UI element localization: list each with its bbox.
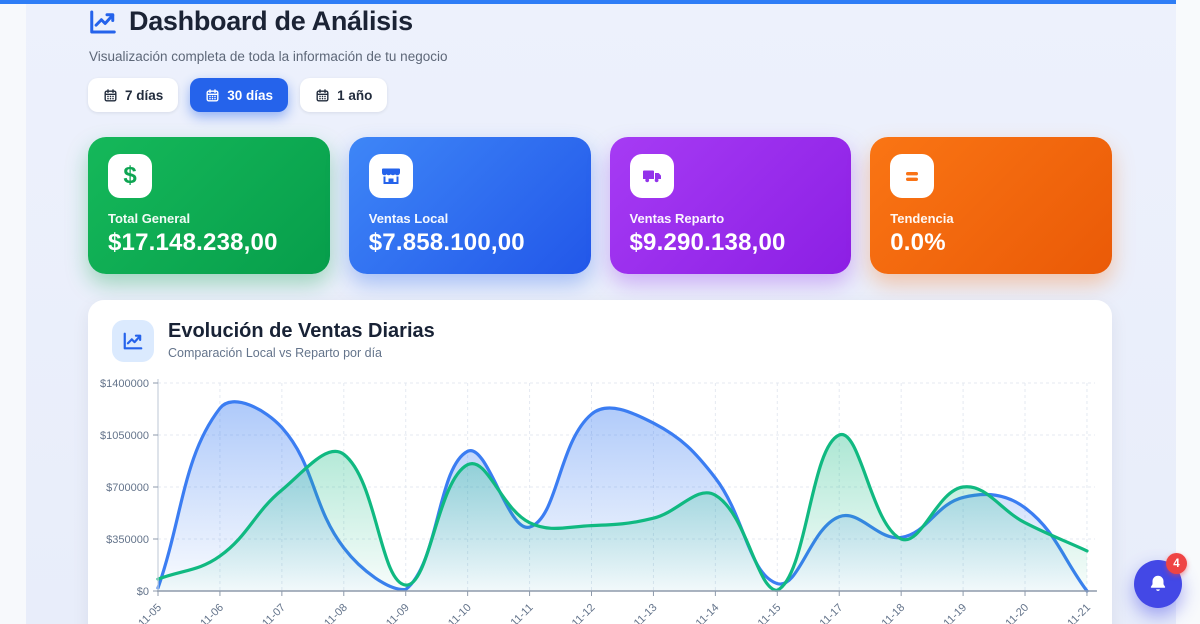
stat-card-total-general: $ Total General $17.148.238,00 (88, 137, 330, 274)
chart-line-icon (112, 320, 154, 362)
page-title: Dashboard de Análisis (129, 6, 413, 37)
x-tick-label: 2025-11-12 (550, 602, 598, 624)
stat-card-tendencia: Tendencia 0.0% (870, 137, 1112, 274)
calendar-icon (205, 88, 220, 103)
x-tick-label: 2025-11-13 (612, 602, 660, 624)
stats-card-row: $ Total General $17.148.238,00 Ventas Lo… (88, 137, 1112, 274)
period-button-label: 30 días (227, 88, 273, 103)
notification-badge: 4 (1166, 553, 1187, 574)
top-accent-bar (0, 0, 1176, 4)
x-tick-label: 2025-11-21 (1045, 602, 1093, 624)
period-button-7d[interactable]: 7 días (88, 78, 178, 112)
x-tick-label: 2025-11-10 (426, 602, 474, 624)
sales-evolution-card: Evolución de Ventas Diarias Comparación … (88, 300, 1112, 624)
chart-line-icon (88, 7, 118, 37)
period-button-1y[interactable]: 1 año (300, 78, 387, 112)
y-tick-label: $0 (137, 586, 149, 598)
stat-card-ventas-reparto: Ventas Reparto $9.290.138,00 (610, 137, 852, 274)
chart-subtitle: Comparación Local vs Reparto por día (168, 346, 435, 360)
x-tick-label: 2025-11-05 (116, 602, 164, 624)
truck-icon (630, 154, 674, 198)
x-tick-label: 2025-11-07 (240, 602, 288, 624)
x-tick-label: 2025-11-11 (489, 602, 536, 624)
stat-card-ventas-local: Ventas Local $7.858.100,00 (349, 137, 591, 274)
x-tick-label: 2025-11-17 (798, 602, 846, 624)
chart-title: Evolución de Ventas Diarias (168, 320, 435, 343)
calendar-icon (103, 88, 118, 103)
page-subtitle: Visualización completa de toda la inform… (89, 49, 447, 64)
period-button-label: 1 año (337, 88, 372, 103)
x-tick-label: 2025-11-19 (922, 602, 970, 624)
y-tick-label: $350000 (106, 534, 149, 546)
page-header: Dashboard de Análisis (88, 6, 413, 37)
right-gutter (1176, 0, 1200, 624)
chart-header: Evolución de Ventas Diarias Comparación … (112, 320, 435, 362)
stat-label: Ventas Reparto (630, 211, 832, 226)
stat-value: $17.148.238,00 (108, 229, 310, 257)
y-tick-label: $1400000 (100, 378, 149, 390)
x-tick-label: 2025-11-08 (302, 602, 350, 624)
calendar-icon (315, 88, 330, 103)
store-icon (369, 154, 413, 198)
left-gutter (0, 0, 26, 624)
stat-value: $7.858.100,00 (369, 229, 571, 257)
bell-icon (1147, 573, 1169, 595)
period-button-label: 7 días (125, 88, 163, 103)
x-tick-label: 2025-11-06 (178, 602, 226, 624)
x-tick-label: 2025-11-15 (736, 602, 784, 624)
stat-value: $9.290.138,00 (630, 229, 832, 257)
period-button-30d[interactable]: 30 días (190, 78, 288, 112)
x-tick-label: 2025-11-18 (860, 602, 908, 624)
stat-label: Tendencia (890, 211, 1092, 226)
sales-chart-svg: $1400000 $1050000 $700000 $350000 $0 2025-11-… (88, 374, 1112, 624)
x-tick-label: 2025-11-09 (364, 602, 412, 624)
x-tick-label: 2025-11-20 (983, 602, 1031, 624)
dollar-icon: $ (108, 154, 152, 198)
equals-icon (890, 154, 934, 198)
period-filter-group: 7 días 30 días 1 año (88, 78, 387, 112)
stat-value: 0.0% (890, 229, 1092, 257)
y-tick-label: $1050000 (100, 430, 149, 442)
x-tick-label: 2025-11-14 (674, 602, 722, 624)
dashboard-page: Dashboard de Análisis Visualización comp… (0, 0, 1200, 624)
stat-label: Total General (108, 211, 310, 226)
y-tick-label: $700000 (106, 482, 149, 494)
stat-label: Ventas Local (369, 211, 571, 226)
notifications-button[interactable]: 4 (1134, 560, 1182, 608)
